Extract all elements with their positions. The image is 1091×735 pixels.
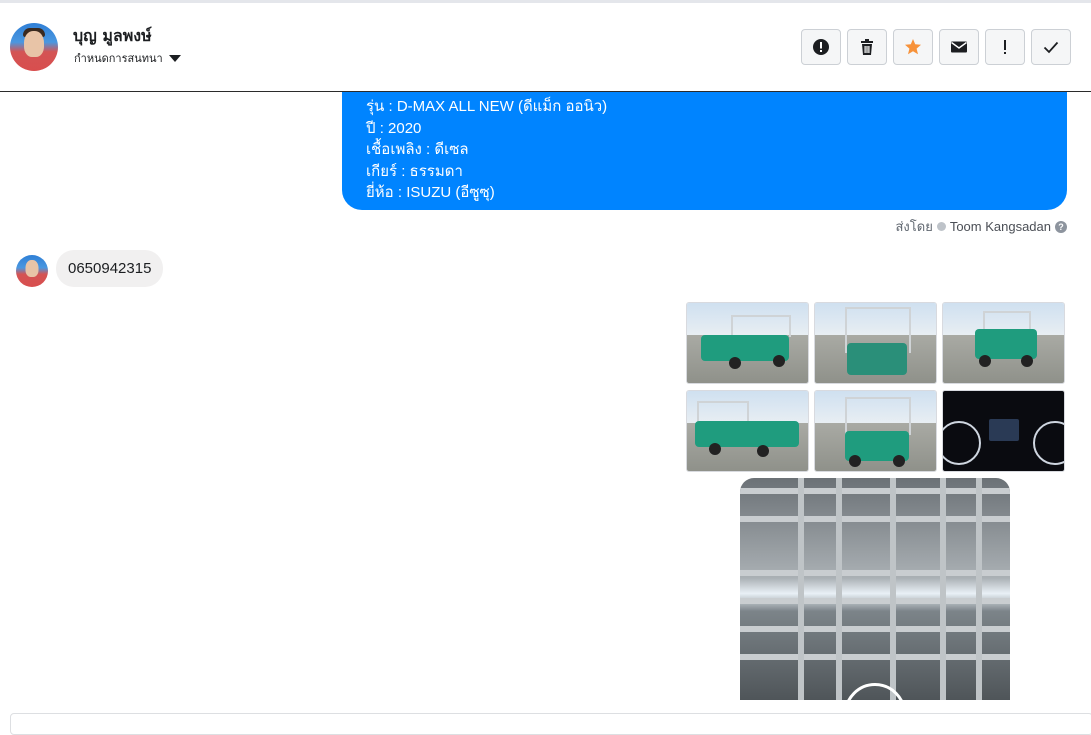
assign-label: กำหนดการสนทนา: [74, 52, 163, 65]
message-line: เกียร์ : ธรรมดา: [366, 162, 463, 180]
report-spam-button[interactable]: [801, 29, 841, 65]
delete-button[interactable]: [847, 29, 887, 65]
agent-name[interactable]: Toom Kangsadan: [950, 219, 1051, 234]
photo-thumbnail[interactable]: [686, 390, 809, 472]
follow-up-button[interactable]: [985, 29, 1025, 65]
header-actions: [801, 29, 1071, 65]
envelope-icon: [951, 41, 967, 53]
sent-by-label: ส่งโดย: [895, 219, 933, 234]
mark-done-button[interactable]: [1031, 29, 1071, 65]
contact-avatar-small: [16, 255, 48, 287]
photo-thumbnail[interactable]: [814, 302, 937, 384]
contact-avatar[interactable]: [10, 23, 58, 71]
message-line: เชื้อเพลิง : ดีเซล: [366, 141, 469, 158]
video-message[interactable]: [740, 478, 1010, 700]
exclamation-icon: [1004, 40, 1006, 54]
status-dot-icon: [936, 222, 946, 231]
message-composer[interactable]: [10, 713, 1091, 735]
message-line: ยี่ห้อ : ISUZU (อีซูซุ): [366, 184, 495, 201]
assign-conversation-dropdown[interactable]: กำหนดการสนทนา: [74, 49, 181, 67]
photo-thumbnail[interactable]: [942, 302, 1065, 384]
incoming-message-bubble: 0650942315: [56, 250, 164, 287]
message-line: รุ่น : D-MAX ALL NEW (ดีแม็ก ออนิว): [366, 98, 608, 115]
star-button[interactable]: [893, 29, 933, 65]
sent-by-info: ส่งโดย Toom Kangsadan ?: [895, 216, 1067, 237]
mark-unread-button[interactable]: [939, 29, 979, 65]
play-icon[interactable]: [844, 683, 906, 700]
photo-thumbnail[interactable]: [686, 302, 809, 384]
star-icon: [905, 39, 921, 55]
outgoing-message-bubble: รุ่น : D-MAX ALL NEW (ดีแม็ก ออนิว) ปี :…: [342, 92, 1067, 210]
help-icon[interactable]: ?: [1055, 220, 1067, 233]
trash-icon: [861, 39, 873, 55]
photo-thumbnail[interactable]: [942, 390, 1065, 472]
conversation-header: บุญ มูลพงษ์ กำหนดการสนทนา: [0, 3, 1091, 92]
exclamation-circle-icon: [813, 39, 829, 55]
check-icon: [1043, 41, 1059, 54]
message-line: ปี : 2020: [366, 119, 422, 137]
photo-thumbnail[interactable]: [814, 390, 937, 472]
contact-name[interactable]: บุญ มูลพงษ์: [73, 24, 152, 49]
caret-down-icon: [168, 54, 181, 62]
